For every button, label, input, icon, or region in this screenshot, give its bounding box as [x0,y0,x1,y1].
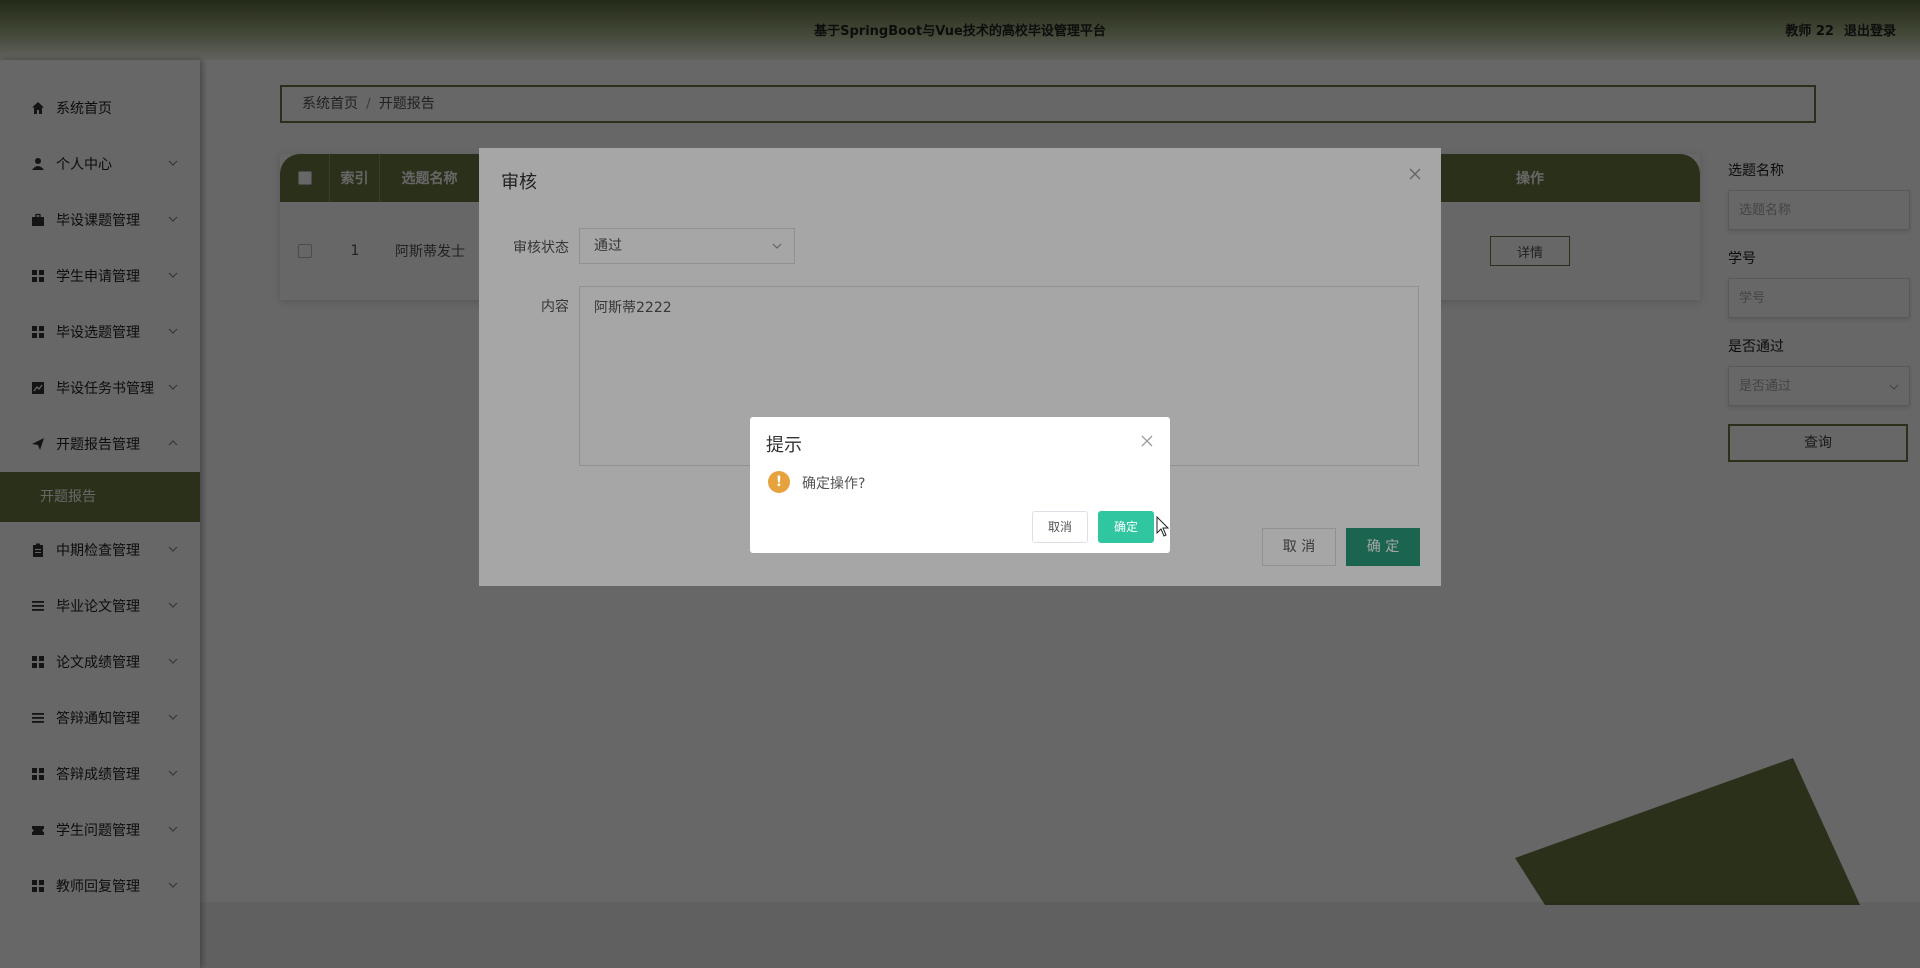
message-ok-button[interactable]: 确定 [1098,511,1154,543]
mouse-cursor-icon [1156,516,1170,537]
message-cancel-button[interactable]: 取消 [1032,511,1088,543]
warning-icon: ! [768,471,790,493]
message-text: 确定操作? [802,476,866,492]
close-icon[interactable] [1140,434,1154,448]
confirm-message-box: 提示 ! 确定操作? 取消 确定 [750,417,1170,553]
message-title: 提示 [766,435,802,456]
